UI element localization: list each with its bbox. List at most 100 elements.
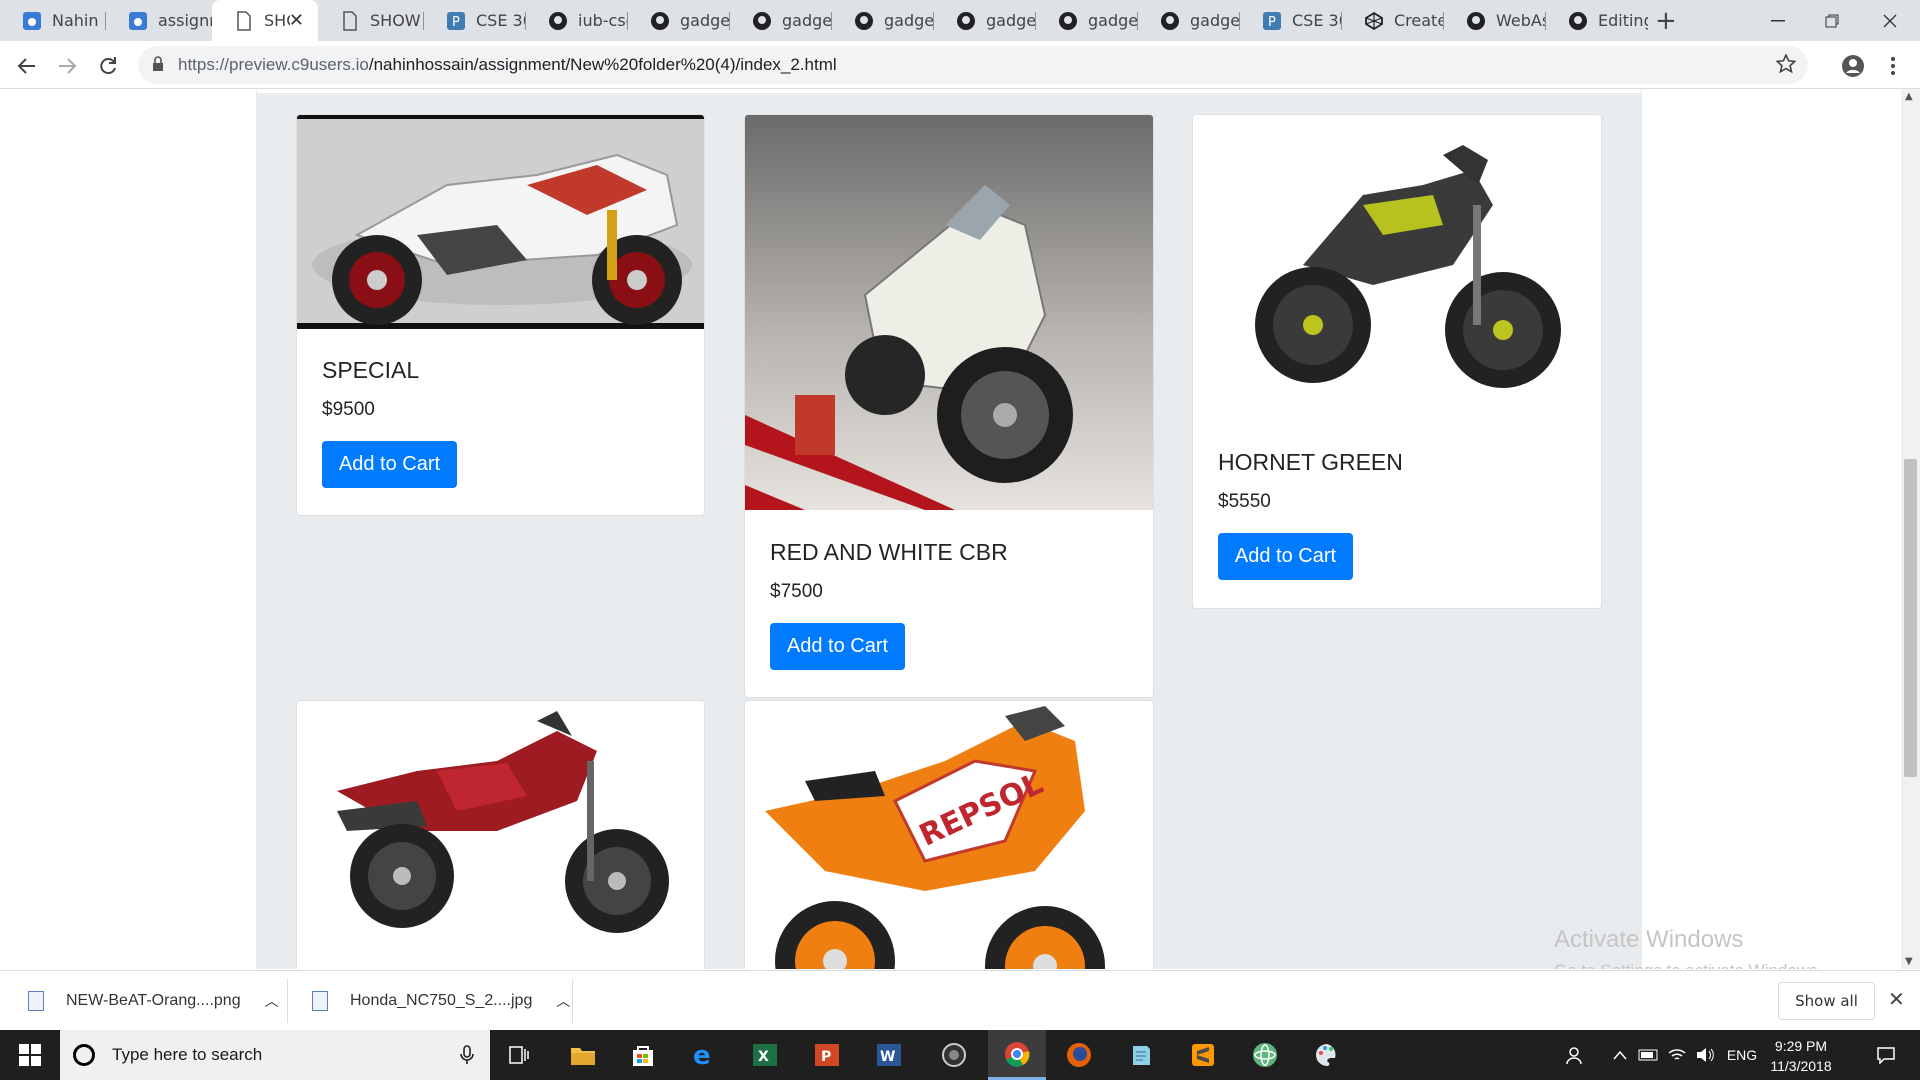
lock-icon bbox=[152, 56, 164, 76]
tab-label: gadget bbox=[884, 11, 934, 30]
sublime-text-icon[interactable] bbox=[1174, 1030, 1232, 1080]
tab-label: CSE 309 bbox=[476, 11, 526, 30]
volume-icon[interactable] bbox=[1692, 1030, 1718, 1080]
close-window-button[interactable] bbox=[1860, 0, 1920, 41]
wifi-icon[interactable] bbox=[1664, 1030, 1690, 1080]
tab-label: Create bbox=[1394, 11, 1444, 30]
windows-start-icon[interactable] bbox=[0, 1030, 60, 1080]
page-scrollbar[interactable]: ▲ ▼ bbox=[1901, 89, 1920, 969]
file-explorer-icon[interactable] bbox=[554, 1030, 612, 1080]
tab-1[interactable]: Nahin H bbox=[0, 0, 106, 41]
url-text: https://preview.c9users.io/nahinhossain/… bbox=[178, 55, 837, 75]
chrome-icon[interactable] bbox=[988, 1030, 1046, 1080]
tab-11[interactable]: gadget bbox=[1036, 0, 1138, 41]
add-to-cart-button[interactable]: Add to Cart bbox=[770, 623, 905, 670]
product-container: SPECIAL $9500 Add to Cart RED AND WHITE … bbox=[256, 89, 1642, 969]
hornet-green-motorcycle-image bbox=[1193, 115, 1601, 409]
notification-center-icon[interactable] bbox=[1866, 1030, 1906, 1080]
chevron-up-icon[interactable] bbox=[1608, 1030, 1632, 1080]
star-icon[interactable] bbox=[1775, 53, 1797, 78]
show-all-button[interactable]: Show all bbox=[1778, 982, 1875, 1020]
tab-label: Nahin H bbox=[52, 11, 106, 30]
task-view-icon[interactable] bbox=[490, 1030, 548, 1080]
microphone-icon[interactable] bbox=[460, 1045, 474, 1069]
svg-text:X: X bbox=[758, 1049, 769, 1065]
tab-12[interactable]: gadget bbox=[1138, 0, 1240, 41]
scrollbar-thumb[interactable] bbox=[1904, 459, 1917, 777]
battery-icon[interactable] bbox=[1636, 1030, 1662, 1080]
tab-8[interactable]: gadget bbox=[730, 0, 832, 41]
system-clock[interactable]: 9:29 PM 11/3/2018 bbox=[1758, 1036, 1844, 1076]
language-indicator[interactable]: ENG bbox=[1722, 1030, 1762, 1080]
word-icon[interactable]: W bbox=[860, 1030, 918, 1080]
download-filename: Honda_NC750_S_2....jpg bbox=[350, 992, 533, 1009]
scroll-down-icon[interactable]: ▼ bbox=[1905, 956, 1913, 967]
svg-text:P: P bbox=[1268, 15, 1276, 30]
add-to-cart-button[interactable]: Add to Cart bbox=[1218, 533, 1353, 580]
address-bar[interactable]: https://preview.c9users.io/nahinhossain/… bbox=[138, 46, 1808, 84]
search-placeholder: Type here to search bbox=[112, 1045, 263, 1064]
store-icon[interactable] bbox=[614, 1030, 672, 1080]
tab-2[interactable]: assignm bbox=[106, 0, 212, 41]
tab-4[interactable]: SHOW I bbox=[318, 0, 424, 41]
tab-13[interactable]: P CSE 309 bbox=[1240, 0, 1342, 41]
container-top-strip bbox=[257, 89, 1641, 93]
minimize-button[interactable] bbox=[1748, 0, 1808, 41]
cloud9-icon bbox=[128, 11, 148, 31]
tab-label: gadget bbox=[680, 11, 730, 30]
account-icon[interactable] bbox=[1838, 51, 1868, 81]
product-price: $9500 bbox=[322, 399, 375, 420]
back-icon[interactable] bbox=[12, 51, 42, 81]
camera-app-icon[interactable] bbox=[925, 1030, 983, 1080]
repsol-cbr-motorcycle-image: REPSOL bbox=[745, 701, 1153, 969]
download-item[interactable]: Honda_NC750_S_2....jpg ︿ bbox=[312, 971, 570, 1031]
product-card bbox=[296, 700, 705, 969]
tab-6[interactable]: iub-cse bbox=[526, 0, 628, 41]
browser-toolbar: https://preview.c9users.io/nahinhossain/… bbox=[0, 41, 1920, 89]
excel-icon[interactable]: X bbox=[736, 1030, 794, 1080]
tab-5[interactable]: P CSE 309 bbox=[424, 0, 526, 41]
red-xblade-motorcycle-image bbox=[297, 701, 704, 945]
taskbar-search-box[interactable]: Type here to search bbox=[60, 1030, 490, 1080]
tab-9[interactable]: gadget bbox=[832, 0, 934, 41]
close-icon[interactable]: ✕ bbox=[289, 10, 304, 31]
tab-16[interactable]: Editing bbox=[1546, 0, 1648, 41]
product-title: SPECIAL bbox=[322, 357, 420, 383]
github-icon bbox=[1160, 11, 1180, 31]
atom-icon[interactable] bbox=[1236, 1030, 1294, 1080]
product-price: $5550 bbox=[1218, 491, 1271, 512]
chevron-up-icon[interactable]: ︿ bbox=[265, 991, 279, 1011]
firefox-icon[interactable] bbox=[1050, 1030, 1108, 1080]
restore-button[interactable] bbox=[1802, 0, 1862, 41]
activate-windows-title: Activate Windows bbox=[1554, 926, 1744, 953]
notepad-icon[interactable] bbox=[1112, 1030, 1170, 1080]
tab-label: SHC bbox=[264, 11, 290, 30]
downloads-bar: NEW-BeAT-Orang....png ︿ Honda_NC750_S_2.… bbox=[0, 970, 1920, 1030]
powerpoint-icon[interactable]: P bbox=[798, 1030, 856, 1080]
scroll-up-icon[interactable]: ▲ bbox=[1905, 91, 1913, 102]
new-tab-button[interactable]: + bbox=[1655, 6, 1677, 36]
page-icon bbox=[340, 10, 360, 31]
tab-15[interactable]: WebAs bbox=[1444, 0, 1546, 41]
svg-text:W: W bbox=[880, 1049, 895, 1065]
tab-14[interactable]: Create bbox=[1342, 0, 1444, 41]
svg-text:P: P bbox=[821, 1049, 831, 1065]
tab-10[interactable]: gadget bbox=[934, 0, 1036, 41]
tab-7[interactable]: gadget bbox=[628, 0, 730, 41]
product-card: REPSOL bbox=[744, 700, 1154, 969]
paint-icon[interactable] bbox=[1298, 1030, 1356, 1080]
chevron-up-icon[interactable]: ︿ bbox=[556, 991, 570, 1011]
tab-label: CSE 309 bbox=[1292, 11, 1342, 30]
reload-icon[interactable] bbox=[93, 51, 123, 81]
edge-browser-icon[interactable]: e bbox=[675, 1030, 733, 1080]
forward-icon[interactable] bbox=[52, 51, 82, 81]
menu-icon[interactable] bbox=[1878, 51, 1908, 81]
tab-label: assignm bbox=[158, 11, 212, 30]
close-icon[interactable]: ✕ bbox=[1888, 987, 1905, 1011]
add-to-cart-button[interactable]: Add to Cart bbox=[322, 441, 457, 488]
people-icon[interactable] bbox=[1560, 1030, 1590, 1080]
svg-text:P: P bbox=[452, 15, 460, 30]
download-item[interactable]: NEW-BeAT-Orang....png ︿ bbox=[28, 971, 279, 1031]
product-card: RED AND WHITE CBR $7500 Add to Cart bbox=[744, 114, 1154, 698]
tab-3-active[interactable]: SHC ✕ bbox=[212, 0, 318, 41]
